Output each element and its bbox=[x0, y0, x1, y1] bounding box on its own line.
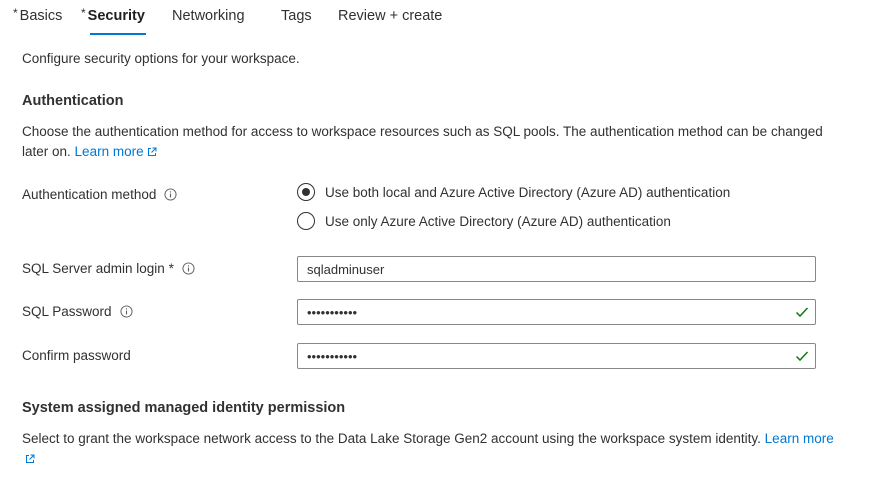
admin-login-label: SQL Server admin login * bbox=[22, 261, 195, 276]
info-icon[interactable] bbox=[182, 262, 195, 275]
required-marker: * bbox=[13, 6, 18, 20]
sql-password-label-text: SQL Password bbox=[22, 304, 112, 319]
tab-security[interactable]: * Security bbox=[81, 6, 145, 24]
tab-bar: * Basics * Security Networking Tags Review… bbox=[0, 0, 874, 40]
intro-text: Configure security options for your work… bbox=[22, 51, 300, 66]
authentication-method-label: Authentication method bbox=[22, 187, 177, 202]
tab-review-create-label: Review + create bbox=[338, 8, 443, 24]
auth-option-aad-only[interactable]: Use only Azure Active Directory (Azure A… bbox=[297, 210, 671, 232]
tab-basics-label: Basics bbox=[19, 8, 63, 24]
managed-identity-description-text: Select to grant the workspace network ac… bbox=[22, 431, 761, 446]
sql-password-input[interactable] bbox=[297, 299, 816, 325]
admin-login-label-text: SQL Server admin login bbox=[22, 261, 165, 276]
required-asterisk: * bbox=[168, 261, 174, 276]
tab-tags-label: Tags bbox=[281, 8, 312, 24]
tab-networking[interactable]: Networking bbox=[172, 8, 245, 24]
confirm-password-label: Confirm password bbox=[22, 348, 131, 363]
sql-password-label: SQL Password bbox=[22, 304, 133, 319]
checkmark-icon bbox=[795, 351, 809, 362]
tab-basics[interactable]: * Basics bbox=[13, 6, 63, 24]
tab-review-create[interactable]: Review + create bbox=[338, 8, 442, 24]
learn-more-label: Learn more bbox=[74, 144, 144, 159]
info-icon[interactable] bbox=[164, 188, 177, 201]
authentication-description: Choose the authentication method for acc… bbox=[22, 122, 842, 162]
confirm-password-input[interactable] bbox=[297, 343, 816, 369]
external-link-icon bbox=[147, 147, 157, 156]
confirm-password-label-text: Confirm password bbox=[22, 348, 131, 363]
managed-identity-description: Select to grant the workspace network ac… bbox=[22, 429, 842, 469]
auth-option-aad-only-label: Use only Azure Active Directory (Azure A… bbox=[325, 213, 671, 229]
learn-more-label: Learn more bbox=[764, 431, 834, 446]
managed-identity-heading: System assigned managed identity permiss… bbox=[22, 400, 346, 416]
tab-tags[interactable]: Tags bbox=[281, 8, 312, 24]
auth-option-both-label: Use both local and Azure Active Director… bbox=[325, 184, 731, 200]
radio-button-checked[interactable] bbox=[297, 183, 315, 201]
checkmark-icon bbox=[795, 307, 809, 318]
radio-button-unchecked[interactable] bbox=[297, 212, 315, 230]
active-tab-indicator bbox=[90, 33, 146, 35]
authentication-heading: Authentication bbox=[22, 93, 124, 109]
required-marker: * bbox=[81, 6, 86, 20]
authentication-method-text: Authentication method bbox=[22, 187, 157, 202]
admin-login-input[interactable] bbox=[297, 256, 816, 282]
auth-option-both[interactable]: Use both local and Azure Active Director… bbox=[297, 181, 730, 203]
info-icon[interactable] bbox=[120, 305, 133, 318]
learn-more-link[interactable]: Learn more bbox=[75, 144, 157, 159]
tab-security-label: Security bbox=[87, 8, 145, 24]
tab-networking-label: Networking bbox=[172, 8, 245, 24]
external-link-icon bbox=[26, 454, 35, 463]
